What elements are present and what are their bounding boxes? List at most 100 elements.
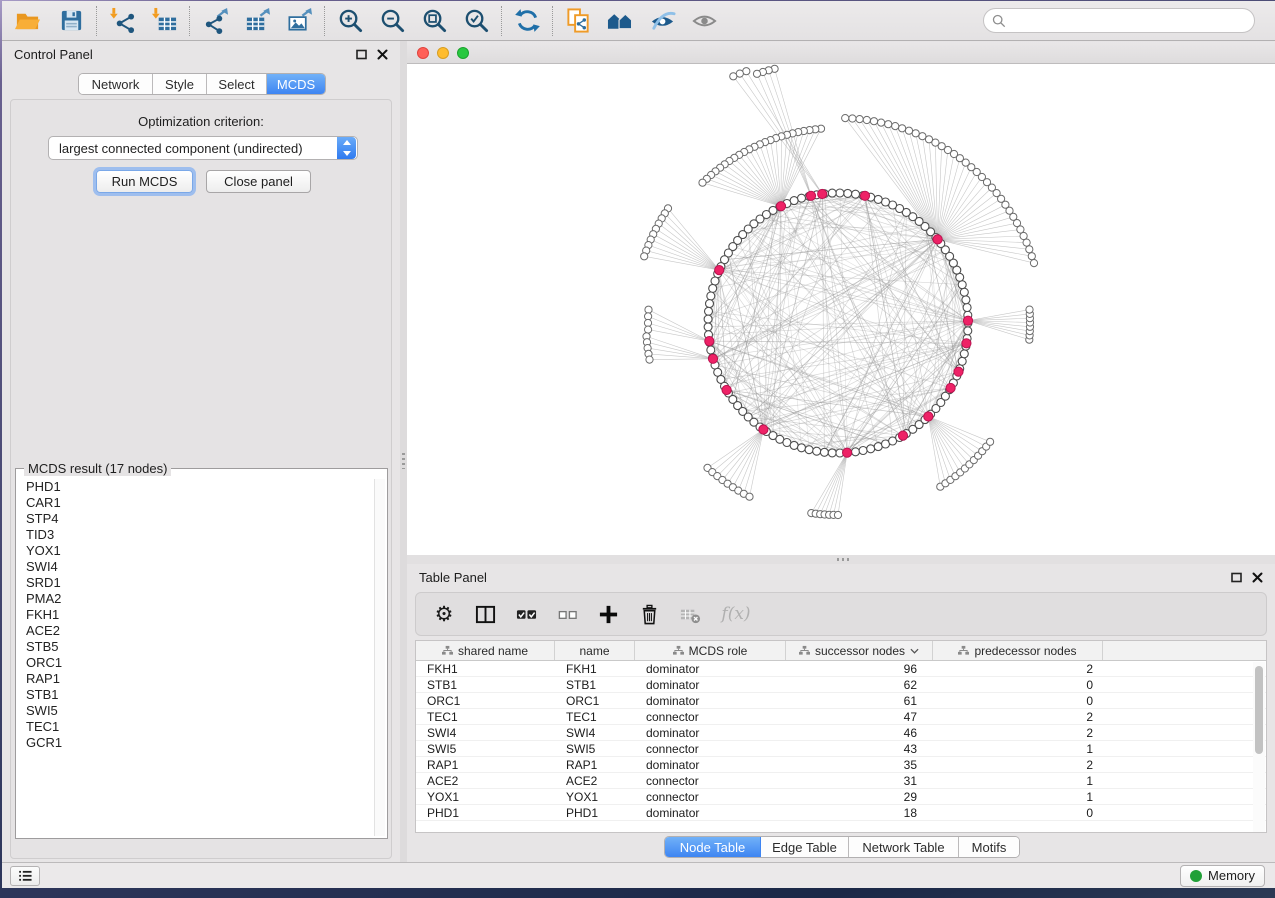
mcds-hub-node[interactable]	[860, 191, 869, 200]
mcds-result-item[interactable]: TEC1	[18, 719, 373, 735]
table-cell[interactable]: STB1	[555, 677, 635, 693]
ring-node[interactable]	[820, 448, 828, 456]
mcds-hub-node[interactable]	[806, 191, 815, 200]
table-cell[interactable]: 2	[933, 725, 1103, 741]
satellite-node[interactable]	[912, 130, 919, 137]
mcds-hub-node[interactable]	[843, 448, 852, 457]
ring-node[interactable]	[707, 292, 715, 300]
ring-node[interactable]	[852, 448, 860, 456]
table-cell[interactable]: RAP1	[416, 757, 555, 773]
satellite-node[interactable]	[645, 326, 652, 333]
mcds-hub-node[interactable]	[946, 383, 955, 392]
search-input[interactable]	[1006, 11, 1254, 31]
network-window-titlebar[interactable]: YPA_prune.txt_1	[407, 42, 1275, 64]
ring-node[interactable]	[958, 281, 966, 289]
table-cell[interactable]: 0	[933, 805, 1103, 821]
table-settings-button[interactable]: ⚙	[432, 602, 456, 626]
ring-node[interactable]	[960, 288, 968, 296]
close-window-icon[interactable]	[417, 47, 429, 59]
mcds-hub-node[interactable]	[776, 202, 785, 211]
table-cell[interactable]: dominator	[635, 757, 786, 773]
ring-node[interactable]	[962, 296, 970, 304]
column-header-successor-nodes[interactable]: successor nodes	[786, 641, 933, 660]
ring-node[interactable]	[805, 446, 813, 454]
ring-node[interactable]	[867, 445, 875, 453]
duplicate-network-button[interactable]	[561, 5, 595, 37]
ring-node[interactable]	[964, 327, 972, 335]
select-all-rows-button[interactable]	[514, 602, 538, 626]
satellite-node[interactable]	[856, 116, 863, 123]
satellite-node[interactable]	[842, 115, 849, 122]
table-cell[interactable]: 47	[786, 709, 933, 725]
refresh-view-button[interactable]	[510, 5, 544, 37]
table-cell[interactable]: 0	[933, 693, 1103, 709]
table-row[interactable]: ACE2ACE2connector311	[416, 773, 1266, 789]
delete-table-button[interactable]	[678, 602, 702, 626]
table-cell[interactable]: 0	[933, 677, 1103, 693]
hide-selected-button[interactable]	[645, 5, 679, 37]
ring-node[interactable]	[836, 189, 844, 197]
mcds-result-item[interactable]: TID3	[18, 527, 373, 543]
mcds-result-item[interactable]: STP4	[18, 511, 373, 527]
column-header-predecessor-nodes[interactable]: predecessor nodes	[933, 641, 1103, 660]
column-header-mcds-role[interactable]: MCDS role	[635, 641, 786, 660]
satellite-node[interactable]	[1026, 246, 1033, 253]
zoom-selected-button[interactable]	[459, 5, 493, 37]
ring-node[interactable]	[790, 441, 798, 449]
mcds-result-list[interactable]: PHD1CAR1STP4TID3YOX1SWI4SRD1PMA2FKH1ACE2…	[18, 479, 373, 836]
satellite-node[interactable]	[1030, 260, 1037, 267]
satellite-node[interactable]	[834, 511, 841, 518]
ring-node[interactable]	[704, 315, 712, 323]
mcds-hub-node[interactable]	[924, 412, 933, 421]
satellite-node[interactable]	[641, 253, 648, 260]
table-cell[interactable]: RAP1	[555, 757, 635, 773]
satellite-node[interactable]	[919, 133, 926, 140]
vertical-splitter[interactable]	[400, 41, 407, 862]
satellite-node[interactable]	[899, 125, 906, 132]
float-panel-icon[interactable]	[356, 49, 367, 60]
satellite-node[interactable]	[645, 306, 652, 313]
mcds-result-item[interactable]: GCR1	[18, 735, 373, 751]
table-cell[interactable]: 31	[786, 773, 933, 789]
network-graph[interactable]	[407, 64, 1275, 555]
import-table-button[interactable]	[147, 5, 181, 37]
search-field[interactable]	[983, 8, 1255, 33]
table-cell[interactable]: ACE2	[555, 773, 635, 789]
save-session-button[interactable]	[54, 5, 88, 37]
table-row[interactable]: TEC1TEC1connector472	[416, 709, 1266, 725]
show-all-button[interactable]	[687, 5, 721, 37]
satellite-node[interactable]	[905, 127, 912, 134]
table-row[interactable]: ORC1ORC1dominator610	[416, 693, 1266, 709]
task-history-button[interactable]	[10, 866, 40, 886]
show-columns-button[interactable]	[473, 602, 497, 626]
table-cell[interactable]: 1	[933, 773, 1103, 789]
table-cell[interactable]: FKH1	[416, 661, 555, 677]
table-cell[interactable]: dominator	[635, 693, 786, 709]
export-network-button[interactable]	[198, 5, 232, 37]
tab-edge-table[interactable]: Edge Table	[761, 837, 849, 857]
ring-node[interactable]	[705, 307, 713, 315]
zoom-out-button[interactable]	[375, 5, 409, 37]
table-cell[interactable]: TEC1	[416, 709, 555, 725]
first-neighbors-button[interactable]	[603, 5, 637, 37]
table-cell[interactable]: connector	[635, 709, 786, 725]
mcds-result-item[interactable]: SWI5	[18, 703, 373, 719]
scrollbar-thumb[interactable]	[1255, 666, 1263, 754]
horizontal-splitter[interactable]	[407, 555, 1275, 564]
mcds-hub-node[interactable]	[705, 337, 714, 346]
table-cell[interactable]: 2	[933, 709, 1103, 725]
mcds-result-item[interactable]: ACE2	[18, 623, 373, 639]
table-cell[interactable]: dominator	[635, 725, 786, 741]
column-header-shared-name[interactable]: shared name	[416, 641, 555, 660]
ring-node[interactable]	[706, 300, 714, 308]
satellite-node[interactable]	[1026, 306, 1033, 313]
close-panel-icon[interactable]	[377, 49, 388, 60]
add-row-button[interactable]	[596, 602, 620, 626]
zoom-in-button[interactable]	[333, 5, 367, 37]
mcds-result-item[interactable]: SWI4	[18, 559, 373, 575]
minimize-window-icon[interactable]	[437, 47, 449, 59]
maximize-window-icon[interactable]	[457, 47, 469, 59]
ring-node[interactable]	[798, 194, 806, 202]
open-file-button[interactable]	[10, 5, 44, 37]
column-header-name[interactable]: name	[555, 641, 635, 660]
